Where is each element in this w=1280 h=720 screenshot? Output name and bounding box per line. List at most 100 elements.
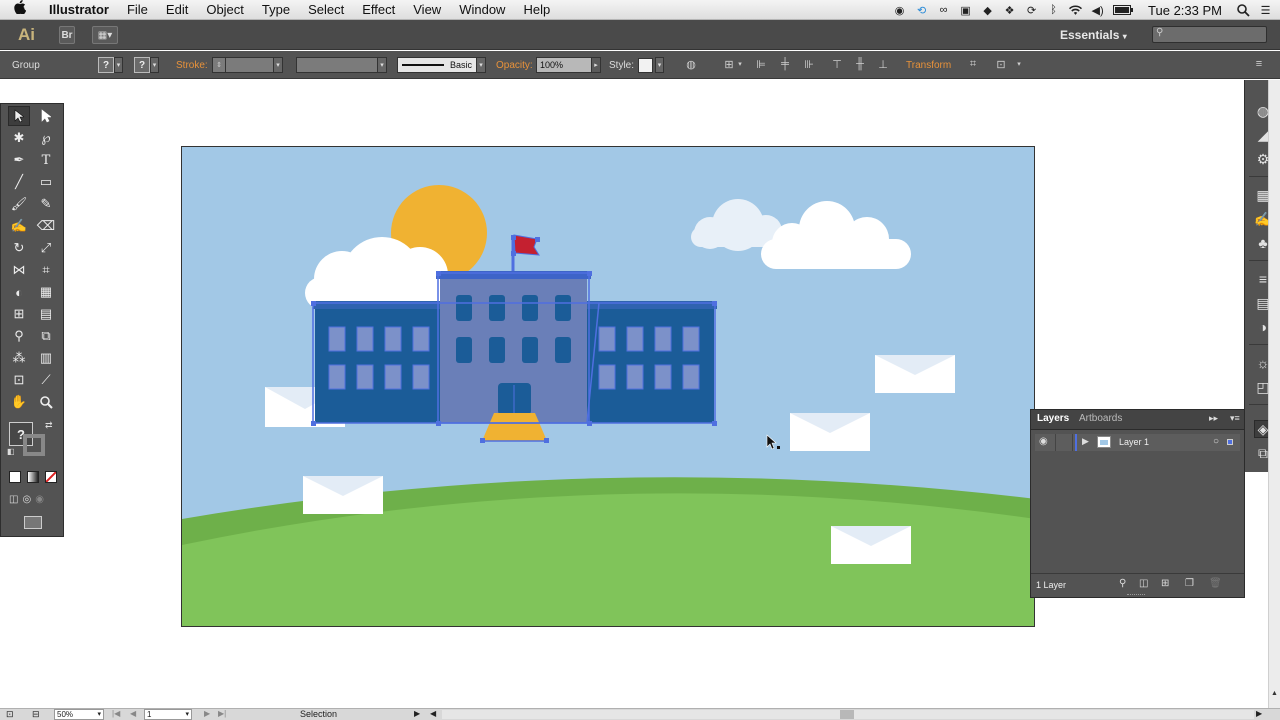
- menu-help[interactable]: Help: [514, 0, 559, 20]
- select-similar-icon[interactable]: ⊡: [994, 57, 1008, 71]
- workspace-switcher[interactable]: Essentials ▾: [1060, 28, 1127, 42]
- wifi-icon[interactable]: [1069, 4, 1083, 17]
- draw-inside-icon[interactable]: ◉: [35, 494, 44, 508]
- chevron-down-icon[interactable]: ▾: [378, 57, 387, 73]
- new-sublayer-icon[interactable]: ⊞: [1161, 578, 1169, 589]
- layer-row[interactable]: ◉ ▶ Layer 1 ○: [1035, 434, 1240, 451]
- expand-triangle-icon[interactable]: ▶: [1082, 436, 1089, 447]
- arrange-documents-button[interactable]: ▦▾: [92, 26, 118, 44]
- chevron-down-icon[interactable]: ▾: [655, 57, 664, 73]
- artboard-tool-icon[interactable]: ⊡: [8, 370, 30, 390]
- draw-behind-icon[interactable]: ◎: [22, 494, 31, 508]
- stroke-weight-input[interactable]: [226, 57, 274, 73]
- bluetooth-icon[interactable]: ᛒ: [1047, 4, 1060, 17]
- app-menu-illustrator[interactable]: Illustrator: [35, 0, 118, 20]
- align-right-icon[interactable]: ⊪: [802, 57, 816, 71]
- graphic-style-swatch[interactable]: [638, 57, 653, 73]
- spotlight-icon[interactable]: [1237, 3, 1250, 17]
- rotate-tool-icon[interactable]: ↻: [8, 238, 30, 258]
- apple-menu-icon[interactable]: [0, 0, 35, 20]
- evernote-icon[interactable]: ◆: [981, 4, 994, 17]
- menubar-clock[interactable]: Tue 2:33 PM: [1142, 3, 1228, 18]
- recolor-artwork-icon[interactable]: ◍: [684, 57, 698, 71]
- cloud-app-icon[interactable]: ▣: [959, 4, 972, 17]
- hand-tool-icon[interactable]: ✋: [8, 392, 30, 412]
- free-transform-tool-icon[interactable]: ⌗: [35, 260, 57, 280]
- make-clipping-mask-icon[interactable]: ◫: [1139, 578, 1148, 589]
- panel-menu-icon[interactable]: ▾≡: [1230, 413, 1240, 424]
- bridge-button[interactable]: Br: [59, 26, 75, 44]
- line-tool-icon[interactable]: ╱: [8, 172, 30, 192]
- locate-object-icon[interactable]: ⚲: [1119, 578, 1126, 589]
- stroke-weight-stepper[interactable]: ⇕: [212, 57, 226, 73]
- stroke-label[interactable]: Stroke:: [176, 57, 208, 73]
- stroke-color-control[interactable]: ? ▾: [134, 57, 159, 73]
- align-vertical-center-icon[interactable]: ╫: [853, 57, 867, 71]
- stroke-weight-field[interactable]: ⇕ ▾: [212, 57, 283, 73]
- column-graph-tool-icon[interactable]: ▥: [35, 348, 57, 368]
- rectangle-tool-icon[interactable]: ▭: [35, 172, 57, 192]
- chevron-down-icon[interactable]: ▾: [477, 57, 486, 73]
- mesh-tool-icon[interactable]: ⊞: [8, 304, 30, 324]
- lasso-tool-icon[interactable]: ℘: [35, 128, 57, 148]
- delete-layer-icon[interactable]: 🗑: [1209, 578, 1222, 589]
- magic-wand-tool-icon[interactable]: ✱: [8, 128, 30, 148]
- blend-tool-icon[interactable]: ⧉: [35, 326, 57, 346]
- creative-cloud-icon[interactable]: ∞: [937, 4, 950, 17]
- status-bar-icon[interactable]: ⊡: [6, 709, 14, 720]
- eyedropper-tool-icon[interactable]: ⚲: [8, 326, 30, 346]
- paintbrush-tool-icon[interactable]: 🖌: [8, 194, 30, 214]
- menu-window[interactable]: Window: [450, 0, 514, 20]
- battery-icon[interactable]: [1113, 4, 1134, 17]
- search-input[interactable]: ⚲: [1152, 26, 1267, 43]
- chevron-down-icon[interactable]: ▾: [274, 57, 283, 73]
- next-artboard-icon[interactable]: ▶: [204, 709, 210, 718]
- panel-resize-grip[interactable]: [1127, 594, 1145, 596]
- horizontal-scrollbar[interactable]: [442, 710, 1254, 719]
- fill-control[interactable]: ? ▾: [98, 57, 123, 73]
- scroll-left-icon[interactable]: ◀: [430, 709, 436, 718]
- align-left-icon[interactable]: ⊫: [754, 57, 768, 71]
- width-tool-icon[interactable]: ⋈: [8, 260, 30, 280]
- horizontal-scroll-thumb[interactable]: [840, 710, 854, 719]
- lock-toggle[interactable]: [1055, 434, 1073, 451]
- last-artboard-icon[interactable]: ▶|: [218, 709, 226, 718]
- menu-view[interactable]: View: [404, 0, 450, 20]
- target-circle-icon[interactable]: ○: [1213, 436, 1219, 447]
- status-menu-icon[interactable]: ▶: [414, 709, 420, 718]
- variable-width-profile[interactable]: ▾: [296, 57, 387, 73]
- transform-link[interactable]: Transform: [906, 57, 951, 73]
- selection-tool-icon[interactable]: [8, 106, 30, 126]
- align-horizontal-center-icon[interactable]: ╪: [778, 57, 792, 71]
- align-bottom-icon[interactable]: ⊥: [876, 57, 890, 71]
- menu-object[interactable]: Object: [197, 0, 253, 20]
- graphic-style-control[interactable]: ▾: [638, 57, 664, 73]
- artboard-nav-icon[interactable]: ⊟: [32, 709, 40, 720]
- record-icon[interactable]: ◉: [893, 4, 906, 17]
- new-layer-icon[interactable]: ❐: [1185, 578, 1194, 589]
- direct-selection-tool-icon[interactable]: [35, 106, 57, 126]
- eraser-tool-icon[interactable]: ⌫: [35, 216, 57, 236]
- swap-fill-stroke-icon[interactable]: ⇄: [45, 420, 53, 431]
- blob-brush-tool-icon[interactable]: ✍: [8, 216, 30, 236]
- control-panel-menu-icon[interactable]: ≡: [1252, 57, 1266, 71]
- type-tool-icon[interactable]: T: [35, 150, 57, 170]
- chevron-down-icon[interactable]: ▾: [114, 57, 123, 73]
- artboard[interactable]: [181, 146, 1035, 627]
- zoom-tool-icon[interactable]: [35, 392, 57, 412]
- collapse-panel-icon[interactable]: ▸▸: [1209, 413, 1218, 424]
- menu-edit[interactable]: Edit: [157, 0, 197, 20]
- menu-effect[interactable]: Effect: [353, 0, 404, 20]
- dropbox-icon[interactable]: ❖: [1003, 4, 1016, 17]
- menu-file[interactable]: File: [118, 0, 157, 20]
- zoom-field[interactable]: 50% ▾: [54, 709, 104, 720]
- chevron-right-icon[interactable]: ▸: [592, 57, 601, 73]
- opacity-input[interactable]: 100%: [536, 57, 592, 73]
- scale-tool-icon[interactable]: ⤢: [35, 238, 57, 258]
- shape-builder-tool-icon[interactable]: ◐: [8, 282, 30, 302]
- screen-mode-icon[interactable]: [24, 516, 42, 529]
- select-similar-dropdown-icon[interactable]: ▾: [1012, 57, 1026, 71]
- default-fill-stroke-icon[interactable]: ◧: [7, 447, 15, 456]
- chevron-down-icon[interactable]: ▾: [97, 710, 101, 718]
- stroke-swatch[interactable]: ?: [134, 57, 150, 73]
